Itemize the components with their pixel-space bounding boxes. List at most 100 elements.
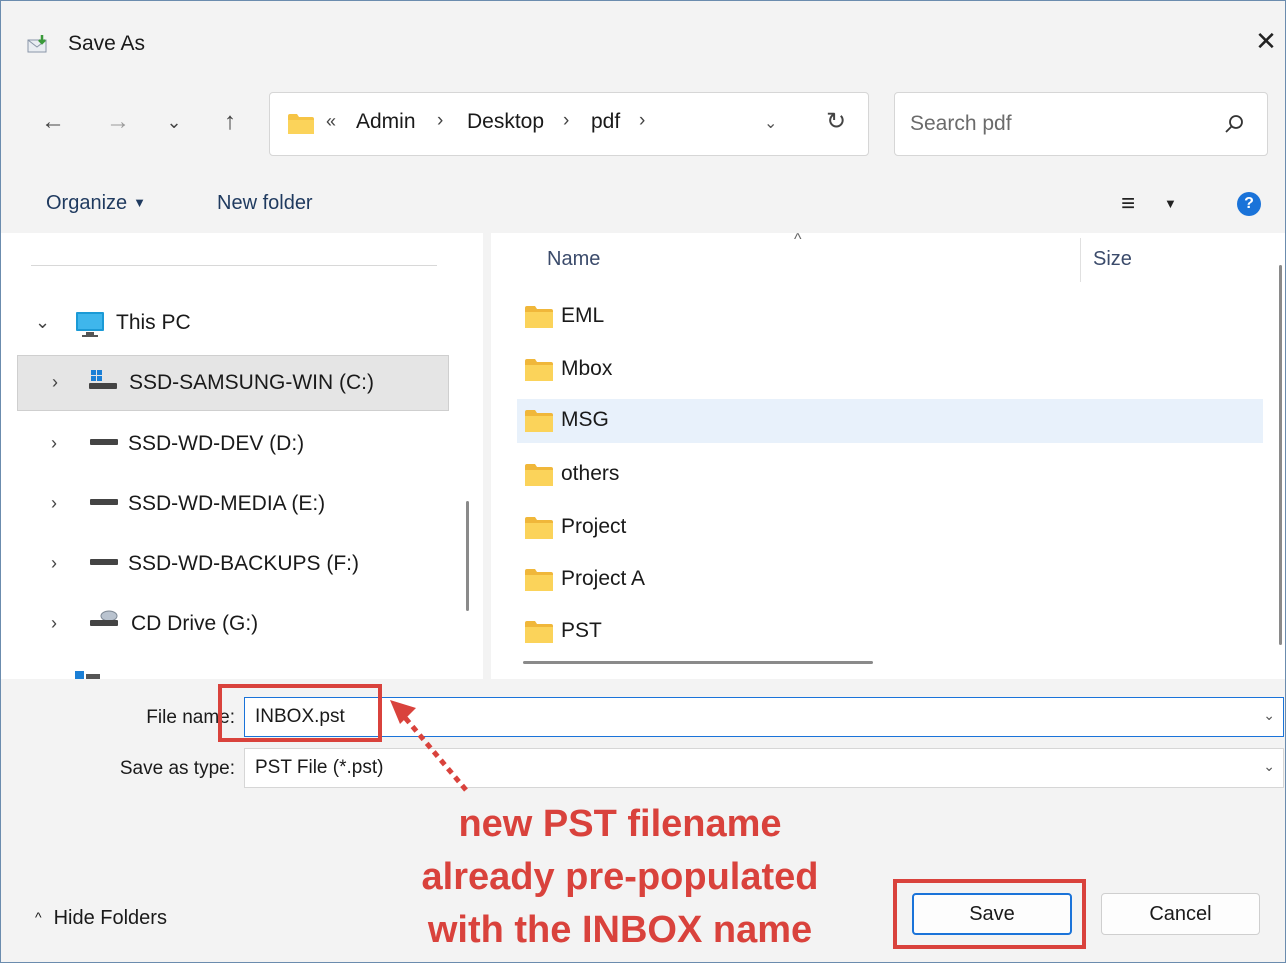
windows-drive-icon [89, 370, 117, 389]
folder-icon [525, 359, 553, 381]
hide-folders-button[interactable]: ^ Hide Folders [35, 907, 167, 930]
back-button[interactable]: ← [38, 107, 68, 137]
navigation-pane[interactable]: ⌄ This PC › SSD-SAMSUNG-WIN (C:) › SSD-W… [1, 233, 483, 679]
folder-icon [525, 306, 553, 328]
hide-folders-label: Hide Folders [53, 907, 167, 929]
save-as-type-label: Save as type: [119, 758, 235, 779]
tree-item-label: SSD-SAMSUNG-WIN (C:) [129, 371, 374, 394]
breadcrumb-separator[interactable]: › [639, 110, 645, 132]
monitor-icon [76, 312, 104, 337]
breadcrumb-pdf[interactable]: pdf [591, 110, 620, 134]
folder-icon [525, 410, 553, 432]
folder-icon [288, 114, 314, 134]
folder-icon [525, 517, 553, 539]
search-icon[interactable] [1222, 112, 1246, 136]
folder-icon [525, 569, 553, 591]
cd-drive-icon [90, 610, 118, 626]
new-folder-button[interactable]: New folder [217, 192, 313, 215]
title-bar: Save As ✕ [1, 1, 1285, 87]
folder-icon [525, 621, 553, 643]
annotation-arrow-icon [390, 700, 468, 792]
chevron-right-icon[interactable]: › [51, 613, 57, 634]
file-name: PST [561, 619, 602, 642]
chevron-right-icon[interactable]: › [52, 372, 58, 393]
file-list-pane[interactable]: Name ^ Size EML Mbox MSG others Project … [491, 233, 1285, 679]
chevron-down-icon[interactable]: ⌄ [1263, 707, 1275, 724]
file-name: Project [561, 515, 627, 538]
file-name: EML [561, 304, 605, 327]
tree-item-g-drive[interactable]: › CD Drive (G:) [17, 597, 449, 653]
tree-item-label: This PC [116, 311, 191, 334]
address-dropdown-button[interactable]: ⌄ [764, 113, 777, 133]
file-name: others [561, 462, 620, 485]
tree-item-this-pc[interactable]: ⌄ This PC [17, 296, 449, 352]
organize-button[interactable]: Organize ▼ [46, 192, 146, 215]
command-bar: Organize ▼ New folder ≡ ▼ ? [1, 175, 1285, 233]
up-button[interactable]: ↑ [215, 107, 245, 137]
list-item[interactable]: others [517, 453, 1263, 497]
navpane-divider [31, 265, 437, 266]
annotation-line: with the INBOX name [427, 909, 813, 951]
file-name: MSG [561, 408, 609, 431]
chevron-up-icon: ^ [35, 909, 42, 925]
help-icon[interactable]: ? [1237, 192, 1261, 216]
sort-ascending-icon: ^ [794, 233, 802, 248]
forward-button[interactable]: → [103, 107, 133, 137]
list-item[interactable]: MSG [517, 399, 1263, 443]
list-item[interactable]: Project A [517, 558, 1263, 602]
drive-icon [90, 439, 118, 445]
file-name-label: File name: [146, 707, 235, 728]
save-envelope-icon [27, 35, 47, 53]
annotation-caption: new PST filename already pre-populated w… [370, 798, 870, 957]
vertical-scrollbar[interactable] [1279, 265, 1282, 645]
search-box[interactable] [894, 92, 1268, 156]
tree-item-label: SSD-WD-MEDIA (E:) [128, 492, 326, 515]
cancel-button[interactable]: Cancel [1101, 893, 1260, 935]
refresh-button[interactable]: ↻ [826, 107, 846, 136]
chevron-down-icon: ▼ [133, 195, 147, 210]
view-dropdown-icon[interactable]: ▼ [1164, 196, 1177, 211]
annotation-line: already pre-populated [421, 856, 819, 898]
tree-item-e-drive[interactable]: › SSD-WD-MEDIA (E:) [17, 477, 449, 533]
chevron-right-icon[interactable]: › [51, 433, 57, 454]
tree-item-label: CD Drive (G:) [131, 612, 259, 635]
horizontal-scrollbar[interactable] [523, 661, 873, 664]
tree-item-c-drive[interactable]: › SSD-SAMSUNG-WIN (C:) [17, 355, 449, 411]
list-item[interactable]: Project [517, 506, 1263, 550]
tree-item-label: SSD-WD-DEV (D:) [128, 432, 305, 455]
chevron-down-icon[interactable]: ⌄ [1263, 758, 1275, 775]
list-item[interactable]: Mbox [517, 348, 1263, 392]
view-options-icon[interactable]: ≡ [1121, 190, 1135, 218]
annotation-line: new PST filename [458, 803, 782, 845]
chevron-down-icon[interactable]: ⌄ [35, 312, 50, 333]
address-bar[interactable]: « Admin › Desktop › pdf › ⌄ ↻ [269, 92, 869, 156]
breadcrumb-desktop[interactable]: Desktop [467, 110, 544, 134]
chevron-right-icon[interactable]: › [51, 493, 57, 514]
file-name: Mbox [561, 357, 613, 380]
file-name: Project A [561, 567, 646, 590]
tree-item-label: SSD-WD-BACKUPS (F:) [128, 552, 359, 575]
overflow-chevron[interactable]: « [326, 111, 336, 132]
annotation-filename-highlight [218, 684, 382, 742]
column-divider[interactable] [1080, 238, 1081, 282]
breadcrumb-separator[interactable]: › [563, 110, 569, 132]
drive-icon [90, 499, 118, 505]
window-title: Save As [68, 32, 146, 55]
list-item[interactable]: EML [517, 295, 1263, 339]
breadcrumb-admin[interactable]: Admin [356, 110, 416, 134]
drive-icon [90, 559, 118, 565]
breadcrumb-separator[interactable]: › [437, 110, 443, 132]
folder-icon [525, 464, 553, 486]
tree-item-d-drive[interactable]: › SSD-WD-DEV (D:) [17, 417, 449, 473]
list-item[interactable]: PST [517, 610, 1263, 654]
chevron-right-icon[interactable]: › [51, 553, 57, 574]
search-input[interactable] [910, 108, 1210, 140]
tree-item-f-drive[interactable]: › SSD-WD-BACKUPS (F:) [17, 537, 449, 593]
navpane-scrollbar[interactable] [466, 501, 469, 611]
column-header-size[interactable]: Size [1093, 248, 1132, 271]
close-button[interactable]: ✕ [1251, 27, 1281, 57]
recent-locations-button[interactable]: ⌄ [159, 107, 189, 137]
navigation-bar: ← → ⌄ ↑ « Admin › Desktop › pdf › ⌄ ↻ [1, 87, 1285, 175]
save-as-type-value: PST File (*.pst) [255, 757, 384, 778]
column-header-name[interactable]: Name [547, 248, 600, 271]
